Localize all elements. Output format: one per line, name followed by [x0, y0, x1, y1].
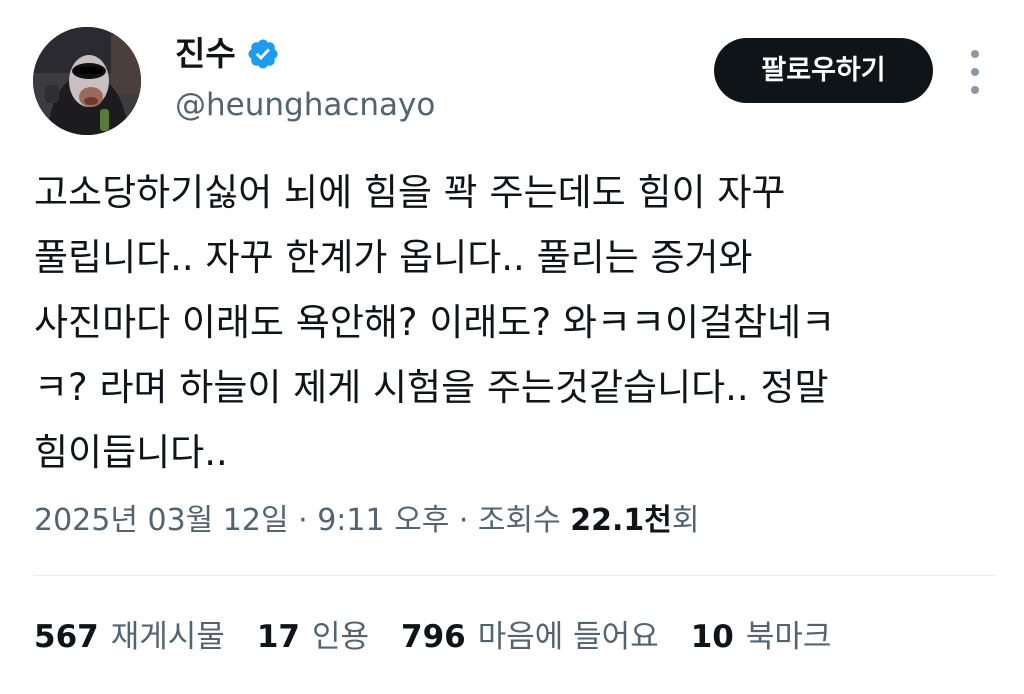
verified-badge-icon[interactable] — [246, 37, 280, 71]
views-suffix: 회 — [671, 503, 700, 538]
quotes-stat[interactable]: 17 인용 — [257, 612, 369, 662]
likes-count: 796 — [401, 619, 466, 655]
likes-stat[interactable]: 796 마음에 들어요 — [401, 612, 659, 662]
author-handle[interactable]: @heunghacnayo — [175, 84, 435, 126]
avatar[interactable] — [33, 27, 141, 135]
likes-label: 마음에 들어요 — [477, 619, 659, 655]
reposts-count: 567 — [34, 619, 99, 655]
meta-separator: · — [449, 503, 478, 538]
follow-button[interactable]: 팔로우하기 — [714, 38, 933, 103]
profile-avatar-image — [33, 27, 141, 135]
tweet-line: ㅋ? 라며 하늘이 제게 시험을 주는것같습니다.. 정말 — [34, 366, 829, 409]
tweet-line: 사진마다 이래도 욕안해? 이래도? 와ㅋㅋ이걸참네ㅋ — [34, 301, 836, 344]
views-label: 조회수 — [477, 503, 561, 538]
tweet-date: 2025년 03월 12일 — [34, 503, 289, 538]
divider — [33, 575, 996, 576]
bookmarks-stat[interactable]: 10 북마크 — [691, 612, 832, 662]
more-dot — [971, 86, 979, 94]
views-count[interactable]: 22.1천 — [570, 503, 672, 538]
more-vertical-icon[interactable] — [960, 50, 990, 94]
tweet-body: 고소당하기싫어 뇌에 힘을 꽉 주는데도 힘이 자꾸 풀립니다.. 자꾸 한계가… — [34, 160, 994, 485]
quotes-count: 17 — [256, 619, 300, 655]
reposts-label: 재게시물 — [110, 619, 225, 655]
author-name-row: 진수 — [175, 31, 280, 77]
more-dot — [971, 50, 979, 58]
tweet-time[interactable]: 9:11 오후 — [317, 503, 449, 538]
quotes-label: 인용 — [311, 619, 369, 655]
bookmarks-label: 북마크 — [745, 619, 832, 655]
more-dot — [971, 68, 979, 76]
display-name[interactable]: 진수 — [175, 31, 236, 77]
tweet-line: 힘이듭니다.. — [34, 431, 228, 474]
tweet-line: 풀립니다.. 자꾸 한계가 옵니다.. 풀리는 증거와 — [34, 236, 753, 279]
tweet-meta: 2025년 03월 12일 · 9:11 오후 · 조회수 22.1천회 — [34, 496, 700, 546]
engagement-stats: 567 재게시물 17 인용 796 마음에 들어요 10 북마크 — [34, 612, 831, 662]
reposts-stat[interactable]: 567 재게시물 — [34, 612, 225, 662]
meta-separator: · — [288, 503, 318, 538]
bookmarks-count: 10 — [690, 619, 734, 655]
tweet-line: 고소당하기싫어 뇌에 힘을 꽉 주는데도 힘이 자꾸 — [34, 171, 786, 214]
